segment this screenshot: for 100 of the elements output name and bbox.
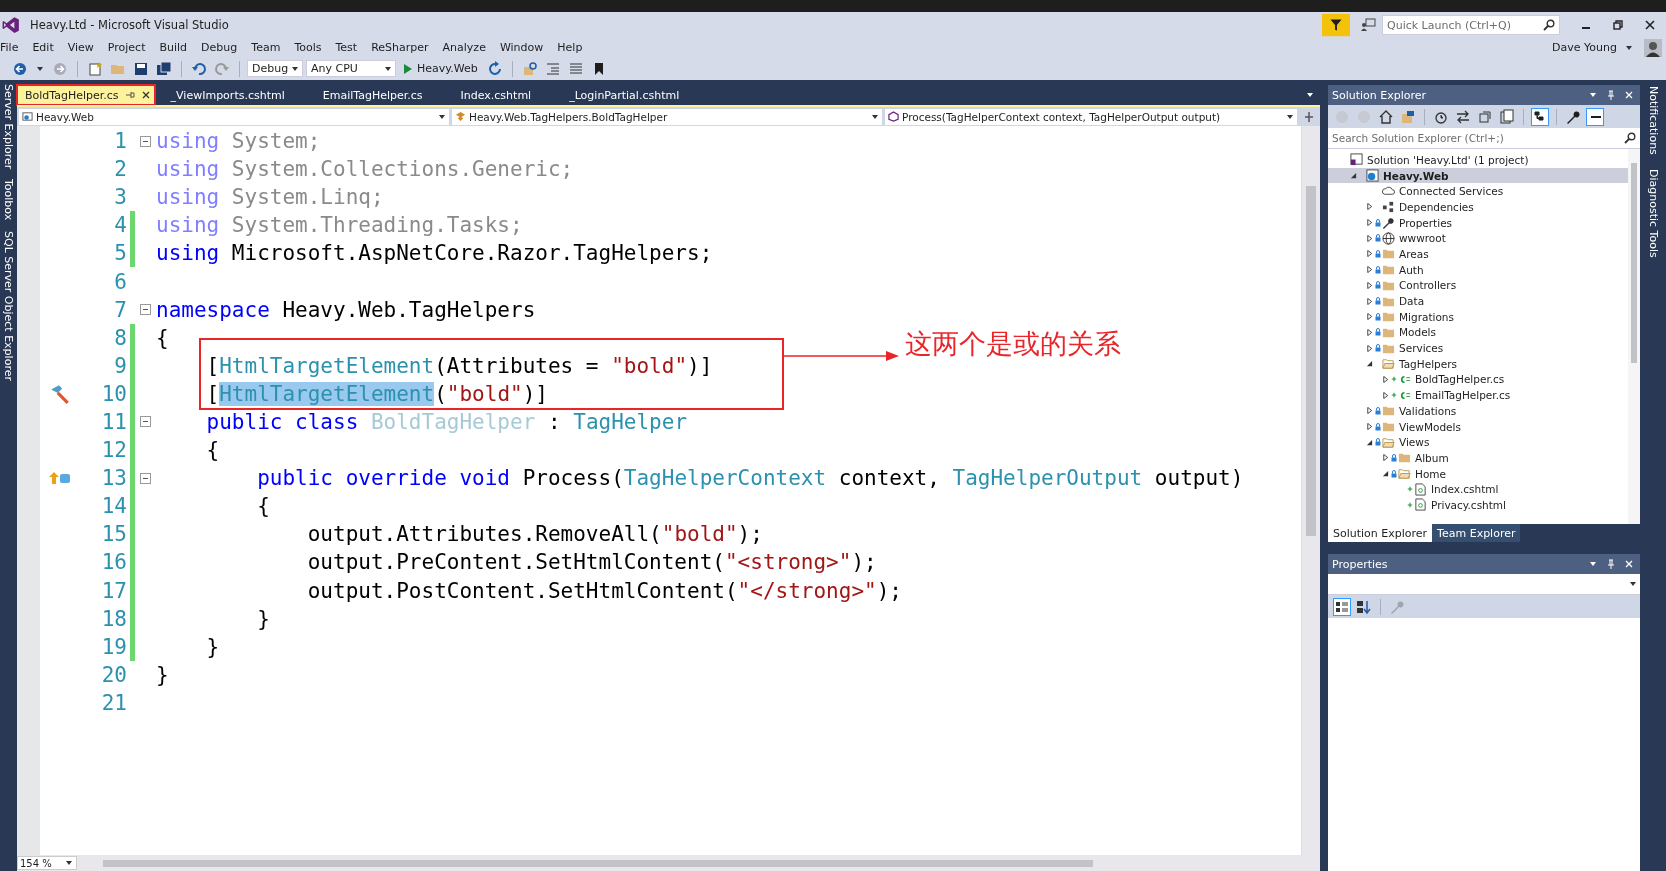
- menu-item[interactable]: Tools: [287, 41, 329, 54]
- project-dropdown[interactable]: Heavy.Web: [19, 108, 449, 125]
- side-tab[interactable]: Diagnostic Tools: [1646, 168, 1660, 258]
- collapsed-arrow-icon[interactable]: [1381, 375, 1389, 383]
- menu-item[interactable]: Help: [550, 41, 590, 54]
- platform-dropdown[interactable]: Any CPU: [306, 60, 396, 77]
- zoom-dropdown[interactable]: 154 %: [17, 856, 77, 870]
- caret-icon[interactable]: [1625, 43, 1633, 52]
- tree-item[interactable]: Heavy.Web: [1328, 167, 1628, 184]
- tree-item[interactable]: Controllers: [1328, 277, 1628, 294]
- tree-item[interactable]: Data: [1328, 293, 1628, 309]
- copy-icon[interactable]: [1499, 108, 1515, 125]
- tree-item[interactable]: Connected Services: [1328, 183, 1628, 200]
- collapsed-arrow-icon[interactable]: [1365, 313, 1373, 321]
- refresh-icon[interactable]: [486, 60, 503, 77]
- side-tab[interactable]: SQL Server Object Explorer: [2, 230, 15, 381]
- comment-icon[interactable]: [567, 60, 584, 77]
- expanded-arrow-icon[interactable]: [1365, 360, 1373, 368]
- undo-icon[interactable]: [191, 60, 207, 77]
- menu-item[interactable]: File: [0, 41, 26, 54]
- menu-item[interactable]: ReSharper: [364, 41, 436, 54]
- caret-icon[interactable]: [36, 64, 44, 73]
- configuration-dropdown[interactable]: Debug: [247, 60, 303, 77]
- close-icon[interactable]: [140, 90, 151, 100]
- collapsed-arrow-icon[interactable]: [1365, 250, 1373, 258]
- menu-item[interactable]: Test: [328, 41, 365, 54]
- tree-item[interactable]: Models: [1328, 324, 1628, 341]
- back-icon[interactable]: [12, 60, 28, 77]
- document-tab[interactable]: Index.cshtml: [452, 85, 554, 105]
- tree-item[interactable]: BoldTagHelper.cs: [1328, 371, 1628, 388]
- tree-item[interactable]: Dependencies: [1328, 199, 1628, 215]
- start-button[interactable]: Heavy.Web: [399, 62, 482, 75]
- side-tab[interactable]: Toolbox: [2, 179, 15, 221]
- filter-icon[interactable]: [1322, 13, 1350, 37]
- tree-item[interactable]: Migrations: [1328, 308, 1628, 325]
- collapsed-arrow-icon[interactable]: [1381, 454, 1389, 462]
- collapse-icon[interactable]: [140, 135, 151, 147]
- avatar-icon[interactable]: [1644, 38, 1662, 57]
- tree-item[interactable]: Index.cshtml: [1328, 481, 1628, 498]
- tree-item[interactable]: EmailTagHelper.cs: [1328, 387, 1628, 403]
- hammer-icon[interactable]: [49, 382, 71, 405]
- save-all-icon[interactable]: [156, 60, 172, 77]
- tree-item[interactable]: TagHelpers: [1328, 355, 1628, 372]
- member-dropdown[interactable]: Process(TagHelperContext context, TagHelperOutput output): [885, 108, 1297, 125]
- collapsed-arrow-icon[interactable]: [1365, 407, 1373, 415]
- tree-item[interactable]: ViewModels: [1328, 418, 1628, 435]
- side-tab[interactable]: Server Explorer: [2, 84, 15, 170]
- menu-item[interactable]: Build: [152, 41, 195, 54]
- wrench-icon[interactable]: [1565, 108, 1581, 125]
- type-dropdown[interactable]: Heavy.Web.TagHelpers.BoldTagHelper: [452, 108, 882, 125]
- collapsed-arrow-icon[interactable]: [1365, 297, 1373, 305]
- find-icon[interactable]: [521, 60, 538, 77]
- override-arrow-icon[interactable]: [49, 471, 71, 486]
- close-icon[interactable]: [1644, 19, 1656, 31]
- sync-icon[interactable]: [1455, 108, 1471, 125]
- tree-item[interactable]: Properties: [1328, 214, 1628, 231]
- menu-item[interactable]: Team: [244, 41, 288, 54]
- collapse-icon[interactable]: [140, 472, 151, 484]
- tree-item[interactable]: Album: [1328, 450, 1628, 466]
- caret-icon[interactable]: [1306, 91, 1314, 99]
- pin-icon[interactable]: [124, 90, 135, 100]
- expanded-arrow-icon[interactable]: [1349, 172, 1357, 180]
- collapsed-arrow-icon[interactable]: [1365, 344, 1373, 352]
- tree-scrollbar[interactable]: [1628, 149, 1640, 524]
- collapsed-arrow-icon[interactable]: [1365, 203, 1373, 211]
- collapsed-arrow-icon[interactable]: [1365, 234, 1373, 242]
- tree-item[interactable]: Areas: [1328, 246, 1628, 262]
- expanded-arrow-icon[interactable]: [1381, 470, 1389, 478]
- tree-item[interactable]: Solution 'Heavy.Ltd' (1 project): [1328, 152, 1628, 168]
- panel-tab[interactable]: Solution Explorer: [1328, 524, 1433, 542]
- categorized-icon[interactable]: [1334, 598, 1350, 615]
- split-icon[interactable]: [1303, 110, 1315, 123]
- vertical-scrollbar[interactable]: [1301, 126, 1320, 855]
- collapse-icon[interactable]: [140, 304, 151, 316]
- tree-item[interactable]: Views: [1328, 434, 1628, 451]
- tree-item[interactable]: Home: [1328, 465, 1628, 482]
- document-tab[interactable]: EmailTagHelper.cs: [314, 85, 445, 105]
- expanded-arrow-icon[interactable]: [1365, 438, 1373, 446]
- preview-icon[interactable]: [1587, 108, 1603, 125]
- collapse-icon[interactable]: [140, 416, 151, 428]
- collapse-all-icon[interactable]: [1477, 108, 1493, 125]
- collapsed-arrow-icon[interactable]: [1365, 219, 1373, 227]
- tree-item[interactable]: Auth: [1328, 261, 1628, 278]
- menu-item[interactable]: Debug: [194, 41, 245, 54]
- tree-view-icon[interactable]: [1532, 108, 1548, 125]
- document-tab[interactable]: BoldTagHelper.cs: [17, 85, 155, 105]
- tree-item[interactable]: wwwroot: [1328, 230, 1628, 247]
- quick-launch-field[interactable]: Quick Launch (Ctrl+Q): [1382, 15, 1560, 35]
- restore-icon[interactable]: [1612, 19, 1624, 31]
- document-tab[interactable]: _ViewImports.cshtml: [162, 85, 307, 105]
- collapsed-arrow-icon[interactable]: [1365, 423, 1373, 431]
- menu-item[interactable]: View: [60, 41, 101, 54]
- user-name[interactable]: Dave Young: [1552, 41, 1617, 54]
- new-project-icon[interactable]: [87, 60, 103, 77]
- document-tab[interactable]: _LoginPartial.cshtml: [561, 85, 702, 105]
- collapsed-arrow-icon[interactable]: [1365, 281, 1373, 289]
- tree-item[interactable]: Services: [1328, 340, 1628, 356]
- feedback-icon[interactable]: [1360, 17, 1376, 33]
- home-icon[interactable]: [1378, 108, 1394, 125]
- menu-item[interactable]: Edit: [25, 41, 61, 54]
